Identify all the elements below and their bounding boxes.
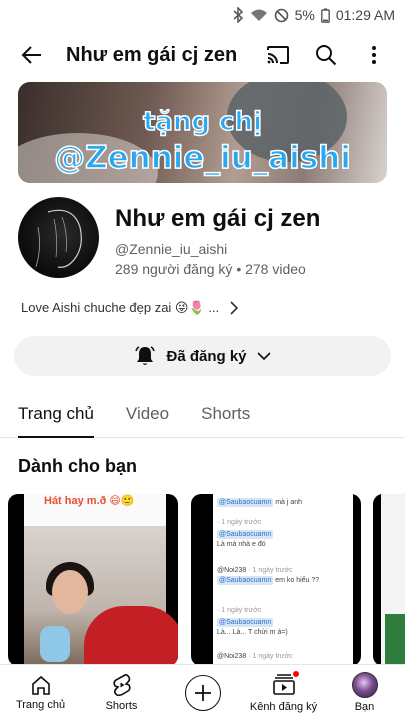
status-bar: 5% 01:29 AM — [0, 0, 405, 30]
bottom-navigation: Trang chủ Shorts Kênh đăng ký Bạn — [0, 664, 405, 720]
photo-person-face — [52, 570, 88, 614]
photo-person-mask — [40, 626, 70, 662]
tab-home[interactable]: Trang chủ — [18, 398, 94, 438]
battery-percent: 5% — [294, 7, 315, 23]
status-icons: 5% 01:29 AM — [232, 7, 395, 23]
comment-line: @Saubaocuamn em ko hiểu ?? — [217, 576, 320, 585]
chevron-down-icon — [256, 351, 271, 360]
dnd-icon — [274, 8, 289, 23]
comment-line: @Saubaocuamn — [217, 530, 274, 539]
avatar-sketch-icon — [35, 209, 82, 268]
comment-line: @Saubaocuamn mà j anh — [217, 498, 303, 507]
stats-separator: • — [236, 261, 242, 277]
channel-avatar[interactable] — [18, 197, 99, 278]
nav-create[interactable] — [162, 665, 243, 720]
short-caption-bar: Hát hay m.ð 😄🙂 — [24, 494, 166, 526]
search-button[interactable] — [305, 35, 347, 75]
subscriptions-icon — [272, 669, 300, 698]
comment-screenshot: @Saubaocuamn mà j anh · 1 ngày trước @Sa… — [213, 494, 353, 666]
app-bar-title: Như em gái cj zen — [66, 43, 238, 66]
app-bar-actions — [257, 35, 395, 75]
nav-shorts[interactable]: Shorts — [81, 665, 162, 720]
channel-handle: @Zennie_iu_aishi — [115, 241, 228, 257]
banner-text-line2: @Zennie_iu_aishi — [53, 139, 351, 177]
back-arrow-icon — [21, 46, 41, 64]
description-text: Love Aishi chuche đẹp zai 😜🌷 ... — [21, 300, 220, 315]
subscribed-button[interactable]: Đã đăng ký — [14, 336, 391, 376]
cast-icon — [267, 46, 289, 64]
battery-icon — [320, 7, 330, 23]
nav-home[interactable]: Trang chủ — [0, 665, 81, 720]
comment-line: · 1 ngày trước — [217, 519, 262, 526]
short-caption: Hát hay m.ð 😄🙂 — [44, 495, 135, 507]
app-bar: Như em gái cj zen — [0, 30, 405, 80]
comment-line: Là... Là... T chửi m á=) — [217, 629, 288, 636]
tab-video[interactable]: Video — [126, 398, 169, 437]
section-title: Dành cho bạn — [18, 456, 138, 476]
nav-home-label: Trang chủ — [15, 699, 66, 711]
subscriber-count: 289 người đăng ký — [115, 261, 233, 277]
cast-button[interactable] — [257, 35, 299, 75]
you-avatar — [351, 672, 378, 698]
search-icon — [316, 45, 337, 66]
nav-shorts-label: Shorts — [105, 700, 138, 712]
clock: 01:29 AM — [335, 7, 395, 23]
short-thumbnail[interactable]: Hát hay m.ð 😄🙂 — [8, 494, 178, 666]
channel-stats: 289 người đăng ký • 278 video — [115, 261, 320, 277]
channel-description[interactable]: Love Aishi chuche đẹp zai 😜🌷 ... — [0, 278, 405, 316]
nav-subscriptions[interactable]: Kênh đăng ký — [243, 665, 324, 720]
bell-icon — [135, 346, 156, 365]
photo-person-jacket — [84, 606, 178, 666]
comment-line: @Noi238 · 1 ngày trước — [217, 653, 293, 660]
bluetooth-icon — [232, 7, 244, 23]
channel-banner[interactable]: tặng chị @Zennie_iu_aishi — [18, 82, 387, 183]
more-options-button[interactable] — [353, 35, 395, 75]
home-icon — [31, 675, 50, 695]
tab-shorts[interactable]: Shorts — [201, 398, 250, 437]
comment-line: Là má nhà e đó — [217, 541, 266, 548]
shorts-shelf: Hát hay m.ð 😄🙂 @Saubaocuamn mà j anh · 1… — [8, 494, 405, 666]
comment-line: · 1 ngày trước — [217, 607, 262, 614]
channel-meta: Như em gái cj zen @Zennie_iu_aishi 289 n… — [99, 197, 320, 278]
wifi-icon — [250, 8, 268, 22]
more-vert-icon — [372, 46, 376, 64]
nav-subscriptions-label: Kênh đăng ký — [249, 700, 318, 713]
channel-name: Như em gái cj zen — [115, 205, 321, 232]
comment-line: @Noi238 · 1 ngày trước — [217, 567, 293, 574]
notification-dot — [291, 669, 300, 678]
short-photo — [24, 526, 178, 666]
short-preview-strip — [385, 614, 405, 666]
subscribed-label: Đã đăng ký — [166, 347, 247, 365]
short-thumbnail[interactable]: @Saubaocuamn mà j anh · 1 ngày trước @Sa… — [191, 494, 361, 666]
nav-you-label: Bạn — [354, 701, 375, 713]
create-icon — [184, 674, 221, 711]
back-button[interactable] — [12, 35, 52, 75]
shorts-icon — [112, 673, 131, 697]
nav-you[interactable]: Bạn — [324, 665, 405, 720]
banner-text-line1: tặng chị — [142, 106, 262, 138]
channel-header: Như em gái cj zen @Zennie_iu_aishi 289 n… — [0, 183, 405, 278]
video-count: 278 video — [245, 261, 306, 277]
short-thumbnail[interactable] — [373, 494, 405, 666]
chevron-right-icon — [230, 301, 239, 315]
channel-tabs: Trang chủ Video Shorts — [0, 398, 405, 438]
comment-line: @Saubaocuamn — [217, 618, 274, 627]
